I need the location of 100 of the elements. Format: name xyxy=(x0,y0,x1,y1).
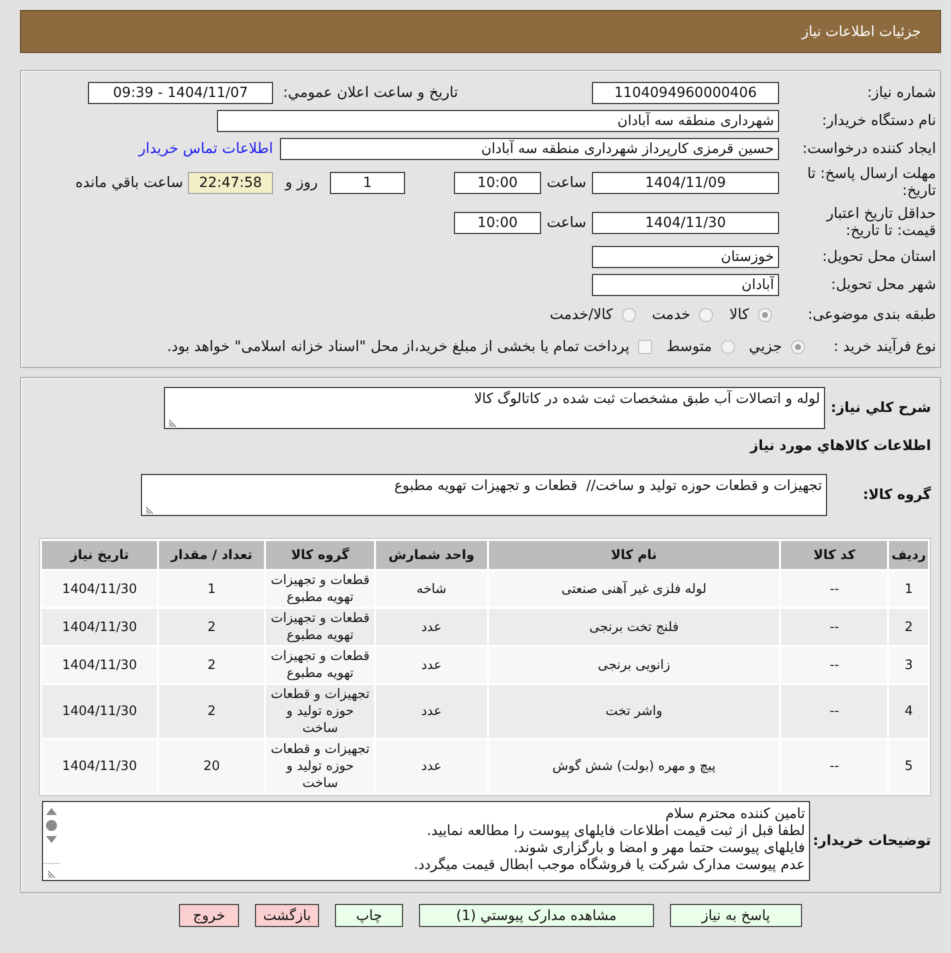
field-label: تاریخ و ساعت اعلان عمومي: xyxy=(283,84,458,102)
resize-grip-icon[interactable] xyxy=(48,870,56,878)
radio-button[interactable] xyxy=(791,340,805,354)
field-label: روز و xyxy=(285,174,318,192)
view-attachments-button[interactable]: مشاهده مدارک پیوستي (1) xyxy=(419,904,654,927)
back-button[interactable]: بازگشت xyxy=(255,904,319,927)
field-label: ساعت xyxy=(546,174,586,192)
city-field[interactable]: آبادان xyxy=(592,274,779,296)
field-label: طبقه بندی موضوعی: xyxy=(808,306,936,324)
need-date-cell: 1404/11/30 xyxy=(42,609,158,645)
field-label: توضیحات خریدار: xyxy=(812,833,931,849)
row-number-cell: 5 xyxy=(889,740,928,793)
item-name-cell: لوله فلزی غیر آهنی صنعتی xyxy=(488,571,780,607)
description-field[interactable]: لوله و اتصالات آب طبق مشخصات ثبت شده در کاتالوگ کالا xyxy=(164,387,825,429)
option-label: کالا/خدمت xyxy=(550,307,613,323)
field-label: شماره نیاز: xyxy=(867,84,936,102)
option-label: پرداخت تمام یا بخشی از مبلغ خرید،از محل "اسناد خزانه اسلامی" خواهد بود. xyxy=(166,339,630,355)
item-group-cell: تجهیزات و قطعات حوزه تولید و ساخت xyxy=(266,685,374,738)
days-left-field[interactable]: 1 xyxy=(330,172,405,194)
time-left-field[interactable]: 22:47:58 xyxy=(188,172,273,194)
reply-button[interactable]: پاسخ به نیاز xyxy=(670,904,802,927)
validity-date-field[interactable]: 1404/11/30 xyxy=(592,212,779,234)
column-header: گروه کالا xyxy=(266,541,374,569)
field-label: حداقل تاریخ اعتبار قیمت: تا تاریخ: xyxy=(825,206,936,240)
row-number-cell: 3 xyxy=(889,647,928,683)
column-header: نام کالا xyxy=(488,541,780,569)
unit-cell: عدد xyxy=(376,740,487,793)
resize-grip-icon[interactable] xyxy=(146,506,154,514)
column-header: کد کالا xyxy=(781,541,888,569)
resize-grip-icon[interactable] xyxy=(169,419,177,427)
radio-button[interactable] xyxy=(758,308,772,322)
buyer-org-field[interactable]: شهرداری منطقه سه آبادان xyxy=(217,110,779,132)
quantity-cell: 2 xyxy=(159,647,264,683)
item-group-cell: تجهیزات و قطعات حوزه تولید و ساخت xyxy=(266,740,374,793)
field-label: نوع فرآیند خرید : xyxy=(834,338,936,356)
need-date-cell: 1404/11/30 xyxy=(42,740,158,793)
column-header: واحد شمارش xyxy=(376,541,487,569)
goods-group-field[interactable]: تجهیزات و قطعات حوزه تولید و ساخت// قطعات و تجهیزات تهویه مطبوع xyxy=(141,474,827,516)
item-code-cell: -- xyxy=(781,740,888,793)
item-name-cell: واشر تخت xyxy=(488,685,780,738)
option-label: خدمت xyxy=(652,307,690,323)
quantity-cell: 1 xyxy=(159,571,264,607)
column-header: تاریخ نیاز xyxy=(42,541,158,569)
section-heading: اطلاعات کالاهاي مورد نیاز xyxy=(750,438,931,454)
field-label: ایجاد کننده درخواست: xyxy=(802,140,936,158)
requester-field[interactable]: حسین قرمزی کارپرداز شهرداری منطقه سه آبادان xyxy=(280,138,779,160)
item-code-cell: -- xyxy=(781,571,888,607)
checkbox[interactable] xyxy=(638,340,652,354)
row-number-cell: 1 xyxy=(889,571,928,607)
field-label: استان محل تحویل: xyxy=(822,248,936,266)
buyer-notes-field[interactable]: تامین کننده محترم سلام لطفا قبل از ثبت قیمت اطلاعات فایلهای پیوست را مطالعه نمایید. فایلهای پیوست حتما مهر و امضا و بارگزاری شوند. عدم پیوست مدارک شرکت یا فروشگاه موجب ابطال قیمت میگردد. xyxy=(42,801,810,881)
item-code-cell: -- xyxy=(781,609,888,645)
field-label: ساعت باقي مانده xyxy=(75,174,183,192)
quantity-cell: 2 xyxy=(159,685,264,738)
item-code-cell: -- xyxy=(781,685,888,738)
scroll-thumb[interactable] xyxy=(46,820,57,831)
quantity-cell: 2 xyxy=(159,609,264,645)
item-group-cell: قطعات و تجهیزات تهویه مطبوع xyxy=(266,571,374,607)
radio-button[interactable] xyxy=(720,340,735,354)
scroll-up-arrow-icon[interactable] xyxy=(46,808,57,815)
need-number-field[interactable]: 1104094960000406 xyxy=(592,82,779,104)
option-label: کالا xyxy=(729,307,749,323)
contact-info-link[interactable]: اطلاعات تماس خریدار xyxy=(138,141,273,157)
field-label: شهر محل تحویل: xyxy=(831,276,936,294)
unit-cell: شاخه xyxy=(376,571,487,607)
item-name-cell: فلنج تخت برنجی xyxy=(488,609,780,645)
column-header: ردیف xyxy=(889,541,928,569)
field-label: مهلت ارسال پاسخ: تا تاریخ: xyxy=(806,166,936,200)
item-name-cell: زانویی برنجی xyxy=(488,647,780,683)
item-group-cell: قطعات و تجهیزات تهویه مطبوع xyxy=(266,647,374,683)
field-label: شرح کلي نیاز: xyxy=(830,400,931,416)
unit-cell: عدد xyxy=(376,647,487,683)
validity-time-field[interactable]: 10:00 xyxy=(454,212,541,234)
row-number-cell: 4 xyxy=(889,685,928,738)
field-label: گروه کالا: xyxy=(862,487,931,503)
need-date-cell: 1404/11/30 xyxy=(42,647,158,683)
deadline-date-field[interactable]: 1404/11/09 xyxy=(592,172,779,194)
quantity-cell: 20 xyxy=(159,740,264,793)
deadline-time-field[interactable]: 10:00 xyxy=(454,172,541,194)
column-header: تعداد / مقدار xyxy=(159,541,264,569)
page-title: جزئیات اطلاعات نیاز xyxy=(802,24,921,40)
row-number-cell: 2 xyxy=(889,609,928,645)
radio-button[interactable] xyxy=(622,308,636,322)
item-group-cell: قطعات و تجهیزات تهویه مطبوع xyxy=(266,609,374,645)
unit-cell: عدد xyxy=(376,609,487,645)
item-name-cell: پیچ و مهره (بولت) شش گوش xyxy=(488,740,780,793)
announcement-date-field[interactable]: 1404/11/07 - 09:39 xyxy=(88,82,273,104)
field-label: نام دستگاه خریدار: xyxy=(822,112,936,130)
exit-button[interactable]: خروج xyxy=(178,904,240,927)
radio-button[interactable] xyxy=(699,308,714,322)
scroll-down-arrow-icon[interactable] xyxy=(46,836,57,843)
option-label: متوسط xyxy=(666,339,712,355)
unit-cell: عدد xyxy=(376,685,487,738)
option-label: جزيي xyxy=(748,339,782,355)
field-label: ساعت xyxy=(546,214,586,232)
need-date-cell: 1404/11/30 xyxy=(42,571,158,607)
need-date-cell: 1404/11/30 xyxy=(42,685,158,738)
province-field[interactable]: خوزستان xyxy=(592,246,779,268)
print-button[interactable]: چاپ xyxy=(335,904,404,927)
item-code-cell: -- xyxy=(781,647,888,683)
